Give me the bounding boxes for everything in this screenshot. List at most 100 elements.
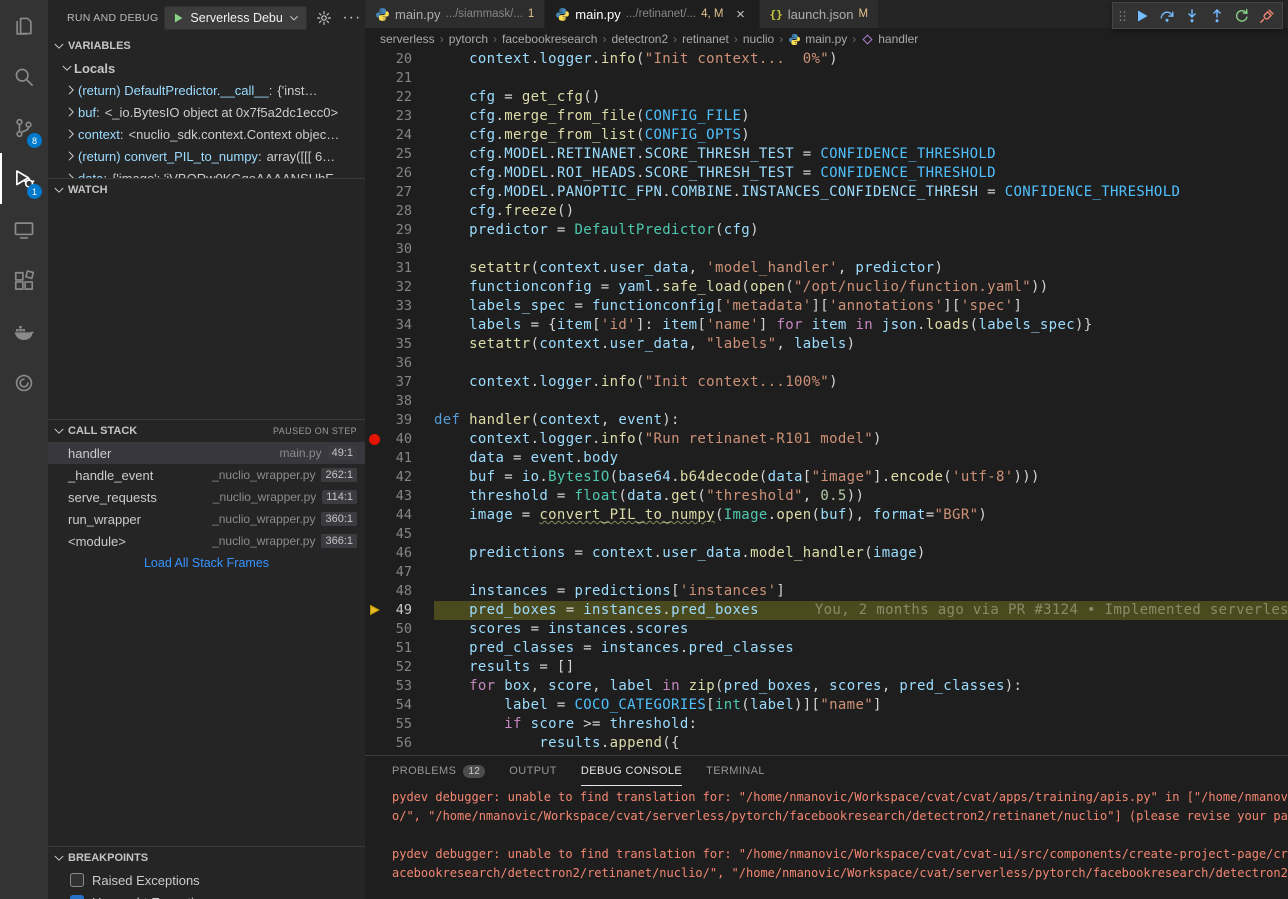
editor-tab[interactable]: main.py.../siammask/...1 bbox=[365, 0, 545, 28]
line-number[interactable]: 36 bbox=[396, 354, 412, 373]
breadcrumb-item[interactable]: main.py bbox=[788, 32, 847, 46]
code-line[interactable]: 32 functionconfig = yaml.safe_load(open(… bbox=[365, 278, 1288, 297]
code-line[interactable]: 49 pred_boxes = instances.pred_boxesYou,… bbox=[365, 601, 1288, 620]
editor-tab[interactable]: {}launch.jsonM bbox=[760, 0, 880, 28]
disconnect-button[interactable] bbox=[1255, 4, 1279, 28]
call-stack-section-header[interactable]: CALL STACK PAUSED ON STEP bbox=[48, 419, 365, 442]
line-number[interactable]: 25 bbox=[396, 145, 412, 164]
line-number[interactable]: 30 bbox=[396, 240, 412, 259]
launch-config-dropdown[interactable]: Serverless Debu bbox=[164, 6, 306, 30]
variable-row[interactable]: context:<nuclio_sdk.context.Context obje… bbox=[48, 123, 365, 145]
line-number[interactable]: 34 bbox=[396, 316, 412, 335]
breadcrumb-item[interactable]: pytorch bbox=[449, 32, 488, 46]
code-line[interactable]: 28 cfg.freeze() bbox=[365, 202, 1288, 221]
code-line[interactable]: 25 cfg.MODEL.RETINANET.SCORE_THRESH_TEST… bbox=[365, 145, 1288, 164]
breakpoint-row[interactable]: Raised Exceptions bbox=[48, 869, 365, 891]
line-number[interactable]: 54 bbox=[396, 696, 412, 715]
debug-console-output[interactable]: pydev debugger: unable to find translati… bbox=[365, 786, 1288, 899]
code-line[interactable]: 21 bbox=[365, 69, 1288, 88]
activity-item-extensions[interactable] bbox=[0, 255, 48, 306]
gutter[interactable]: 25 bbox=[365, 145, 412, 164]
line-number[interactable]: 55 bbox=[396, 715, 412, 734]
code-editor[interactable]: 20 context.logger.info("Init context... … bbox=[365, 50, 1288, 755]
line-number[interactable]: 22 bbox=[396, 88, 412, 107]
gutter[interactable]: 55 bbox=[365, 715, 412, 734]
code-line[interactable]: 42 buf = io.BytesIO(base64.b64decode(dat… bbox=[365, 468, 1288, 487]
step-into-button[interactable] bbox=[1180, 4, 1204, 28]
gutter[interactable]: 51 bbox=[365, 639, 412, 658]
gutter[interactable]: 37 bbox=[365, 373, 412, 392]
line-number[interactable]: 47 bbox=[396, 563, 412, 582]
gutter[interactable]: 45 bbox=[365, 525, 412, 544]
breadcrumb-item[interactable]: retinanet bbox=[682, 32, 729, 46]
code-line[interactable]: 23 cfg.merge_from_file(CONFIG_FILE) bbox=[365, 107, 1288, 126]
activity-item-explorer[interactable] bbox=[0, 0, 48, 51]
breadcrumb-item[interactable]: facebookresearch bbox=[502, 32, 597, 46]
code-line[interactable]: 47 bbox=[365, 563, 1288, 582]
line-number[interactable]: 56 bbox=[396, 734, 412, 753]
code-line[interactable]: 20 context.logger.info("Init context... … bbox=[365, 50, 1288, 69]
stack-frame-row[interactable]: <module>_nuclio_wrapper.py366:1 bbox=[48, 530, 365, 552]
line-number[interactable]: 40 bbox=[396, 430, 412, 449]
gutter[interactable]: 34 bbox=[365, 316, 412, 335]
line-number[interactable]: 49 bbox=[396, 601, 412, 620]
panel-tab-output[interactable]: OUTPUT bbox=[509, 756, 557, 786]
gutter[interactable]: 47 bbox=[365, 563, 412, 582]
variable-row[interactable]: data:{'image': 'iVBORw0KGgoAAAANSUhE… bbox=[48, 167, 365, 178]
line-number[interactable]: 39 bbox=[396, 411, 412, 430]
gutter[interactable]: 53 bbox=[365, 677, 412, 696]
panel-tab-terminal[interactable]: TERMINAL bbox=[706, 756, 765, 786]
checkbox[interactable] bbox=[70, 895, 84, 899]
gutter[interactable]: 32 bbox=[365, 278, 412, 297]
code-line[interactable]: 22 cfg = get_cfg() bbox=[365, 88, 1288, 107]
code-line[interactable]: 45 bbox=[365, 525, 1288, 544]
line-number[interactable]: 44 bbox=[396, 506, 412, 525]
panel-tab-problems[interactable]: PROBLEMS12 bbox=[392, 756, 485, 786]
line-number[interactable]: 27 bbox=[396, 183, 412, 202]
line-number[interactable]: 29 bbox=[396, 221, 412, 240]
continue-button[interactable] bbox=[1130, 4, 1154, 28]
activity-item-search[interactable] bbox=[0, 51, 48, 102]
code-line[interactable]: 29 predictor = DefaultPredictor(cfg) bbox=[365, 221, 1288, 240]
gutter[interactable]: 41 bbox=[365, 449, 412, 468]
code-line[interactable]: 38 bbox=[365, 392, 1288, 411]
stack-frame-row[interactable]: run_wrapper_nuclio_wrapper.py360:1 bbox=[48, 508, 365, 530]
restart-button[interactable] bbox=[1230, 4, 1254, 28]
gutter[interactable]: 21 bbox=[365, 69, 412, 88]
code-line[interactable]: 24 cfg.merge_from_list(CONFIG_OPTS) bbox=[365, 126, 1288, 145]
code-line[interactable]: 33 labels_spec = functionconfig['metadat… bbox=[365, 297, 1288, 316]
line-number[interactable]: 52 bbox=[396, 658, 412, 677]
editor-tab[interactable]: main.py.../retinanet/...4, M× bbox=[545, 0, 759, 28]
breakpoint-row[interactable]: Uncaught Exceptions bbox=[48, 891, 365, 899]
panel-tab-debug-console[interactable]: DEBUG CONSOLE bbox=[581, 756, 682, 786]
gutter[interactable]: 22 bbox=[365, 88, 412, 107]
code-line[interactable]: 43 threshold = float(data.get("threshold… bbox=[365, 487, 1288, 506]
variable-row[interactable]: (return) convert_PIL_to_numpy:array([[[ … bbox=[48, 145, 365, 167]
code-line[interactable]: 40 context.logger.info("Run retinanet-R1… bbox=[365, 430, 1288, 449]
line-number[interactable]: 35 bbox=[396, 335, 412, 354]
gutter[interactable]: 46 bbox=[365, 544, 412, 563]
gutter[interactable]: 52 bbox=[365, 658, 412, 677]
code-line[interactable]: 35 setattr(context.user_data, "labels", … bbox=[365, 335, 1288, 354]
gutter[interactable]: 24 bbox=[365, 126, 412, 145]
breadcrumb-item[interactable]: nuclio bbox=[743, 32, 774, 46]
line-number[interactable]: 20 bbox=[396, 50, 412, 69]
variables-scope-row[interactable]: Locals bbox=[48, 57, 365, 79]
code-line[interactable]: 53 for box, score, label in zip(pred_box… bbox=[365, 677, 1288, 696]
gutter[interactable]: 20 bbox=[365, 50, 412, 69]
line-number[interactable]: 43 bbox=[396, 487, 412, 506]
line-number[interactable]: 41 bbox=[396, 449, 412, 468]
line-number[interactable]: 28 bbox=[396, 202, 412, 221]
code-line[interactable]: 26 cfg.MODEL.ROI_HEADS.SCORE_THRESH_TEST… bbox=[365, 164, 1288, 183]
close-icon[interactable]: × bbox=[733, 6, 749, 23]
stack-frame-row[interactable]: serve_requests_nuclio_wrapper.py114:1 bbox=[48, 486, 365, 508]
gutter[interactable]: 36 bbox=[365, 354, 412, 373]
code-line[interactable]: 41 data = event.body bbox=[365, 449, 1288, 468]
step-over-button[interactable] bbox=[1155, 4, 1179, 28]
line-number[interactable]: 33 bbox=[396, 297, 412, 316]
code-line[interactable]: 27 cfg.MODEL.PANOPTIC_FPN.COMBINE.INSTAN… bbox=[365, 183, 1288, 202]
line-number[interactable]: 38 bbox=[396, 392, 412, 411]
gutter[interactable]: 29 bbox=[365, 221, 412, 240]
code-line[interactable]: 39def handler(context, event): bbox=[365, 411, 1288, 430]
stack-frame-row[interactable]: _handle_event_nuclio_wrapper.py262:1 bbox=[48, 464, 365, 486]
